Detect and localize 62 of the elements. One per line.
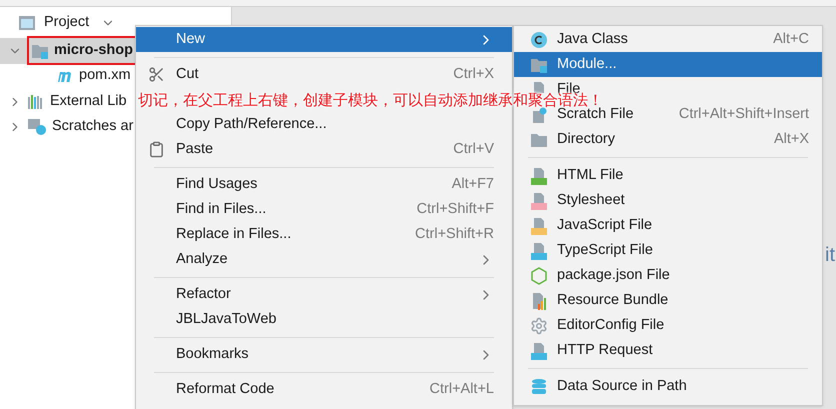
class-icon — [530, 30, 548, 48]
folder-icon — [530, 132, 548, 148]
js-file-icon — [530, 216, 548, 234]
module-folder-icon — [31, 42, 49, 59]
menu-item[interactable]: Analyze — [176, 250, 228, 267]
menu-item[interactable]: Stylesheet — [557, 194, 625, 206]
menu-item[interactable]: Resource Bundle — [557, 294, 668, 306]
menu-item[interactable]: Reformat Code — [176, 380, 274, 397]
menu-item[interactable]: TypeScript File — [557, 244, 653, 256]
shortcut-text: Alt+C — [773, 30, 809, 49]
tree-item[interactable]: Scratches ar — [52, 116, 134, 138]
ts-file-icon — [530, 242, 548, 260]
menu-item[interactable]: Find in Files... — [176, 200, 266, 217]
database-icon — [530, 378, 548, 396]
bar-chart-file-icon — [530, 292, 548, 310]
gear-icon — [530, 316, 548, 334]
panel-title[interactable]: Project — [44, 12, 90, 34]
menu-item[interactable]: Replace in Files... — [176, 226, 292, 242]
menu-item[interactable]: package.json File — [557, 268, 670, 281]
menu-item[interactable]: Scratch File — [557, 108, 634, 120]
hexagon-icon — [530, 266, 548, 284]
menu-item[interactable]: Module... — [514, 52, 822, 77]
scissors-icon — [148, 66, 165, 83]
shortcut-text: Ctrl+Alt+Shift+Insert — [678, 104, 809, 124]
shortcut-text: Ctrl+V — [453, 140, 494, 159]
menu-item[interactable]: Directory — [557, 132, 616, 145]
shortcut-text: Ctrl+X — [453, 64, 494, 84]
shortcut-text: Alt+F7 — [452, 174, 494, 194]
annotation-text: 切记，在父工程上右键，创建子模块，可以自动添加继承和聚合语法！ — [138, 95, 603, 106]
tree-item[interactable]: pom.xm — [79, 65, 131, 88]
menu-item[interactable]: Find Usages — [176, 176, 258, 192]
shortcut-text: Ctrl+Shift+F — [416, 200, 494, 219]
panel-window-icon — [18, 14, 36, 30]
menu-item[interactable]: Copy Path/Reference... — [176, 116, 327, 132]
menu-item[interactable]: Cut — [176, 66, 199, 82]
api-file-icon — [530, 342, 548, 360]
clipboard-icon — [148, 141, 165, 158]
menu-item-label: Module... — [557, 58, 617, 70]
menu-item[interactable]: HTTP Request — [557, 344, 653, 356]
shortcut-text: Alt+X — [774, 130, 809, 149]
menu-item[interactable]: Refactor — [176, 286, 231, 302]
menu-item[interactable]: JBLJavaToWeb — [176, 310, 276, 327]
maven-m-icon — [56, 69, 74, 84]
menu-item[interactable]: Bookmarks — [176, 346, 249, 362]
shortcut-text: Ctrl+Shift+R — [415, 224, 494, 244]
menu-item[interactable]: JavaScript File — [557, 218, 652, 231]
menu-item[interactable]: Data Source in Path — [557, 380, 687, 392]
menu-item[interactable]: Paste — [176, 140, 214, 157]
css-file-icon — [530, 192, 548, 210]
editor-hint-text: it — [825, 245, 835, 265]
menu-item[interactable]: EditorConfig File — [557, 318, 664, 331]
shortcut-text: Ctrl+Alt+L — [430, 380, 494, 399]
menu-item[interactable]: Java Class — [557, 32, 628, 45]
menu-item[interactable]: HTML File — [557, 168, 624, 181]
tree-item[interactable]: External Lib — [50, 90, 127, 113]
library-icon — [27, 94, 45, 110]
menu-item[interactable]: File — [557, 82, 580, 95]
module-folder-icon — [530, 56, 548, 72]
menu-item[interactable]: New — [136, 27, 512, 52]
scratches-icon — [27, 118, 47, 136]
tree-item-label: micro-shop — [54, 40, 133, 60]
html-file-icon — [530, 166, 548, 184]
